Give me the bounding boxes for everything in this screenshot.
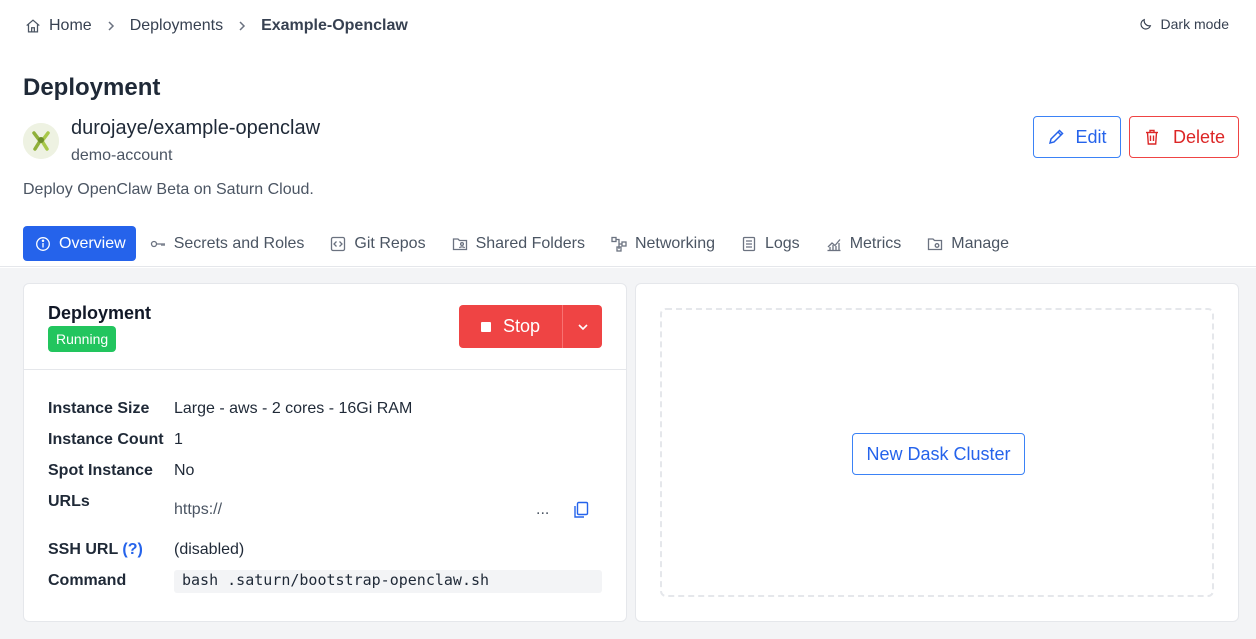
card-divider (24, 369, 626, 370)
key-icon (150, 240, 165, 247)
info-icon (36, 236, 50, 251)
folder-user-icon (452, 237, 467, 250)
code-icon (331, 236, 346, 251)
tab-metrics[interactable]: Metrics (826, 226, 914, 261)
tab-logs[interactable]: Logs (741, 226, 812, 261)
chevron-right-icon (108, 21, 114, 31)
ssh-help-link[interactable]: (?) (122, 541, 142, 558)
avatar (23, 123, 59, 159)
dask-card: New Dask Cluster (635, 283, 1239, 622)
stop-dropdown-button[interactable] (562, 305, 602, 348)
instance-count-label: Instance Count (48, 431, 164, 448)
repo-name: durojaye/example-openclaw (71, 117, 321, 139)
chevron-down-icon (577, 323, 588, 330)
breadcrumb: Home Deployments Example-Openclaw (24, 15, 408, 37)
dark-mode-toggle[interactable]: Dark mode (1139, 16, 1229, 32)
tab-label: Networking (634, 234, 715, 252)
stop-button[interactable]: Stop (459, 305, 562, 348)
pencil-icon (1049, 129, 1065, 145)
url-link[interactable]: https:// (174, 501, 554, 521)
tab-label: Manage (951, 234, 1010, 252)
tab-shared-folders[interactable]: Shared Folders (452, 226, 597, 261)
spot-instance-label: Spot Instance (48, 462, 153, 479)
dark-mode-label: Dark mode (1160, 16, 1229, 32)
folder-gear-icon (928, 237, 943, 250)
tab-label: Git Repos (354, 234, 426, 252)
url-truncation: ... (536, 501, 550, 518)
header-area: Home Deployments Example-Openclaw Dark m… (0, 0, 1256, 267)
deployment-card: Deployment Running Stop Instance Size La… (23, 283, 627, 622)
ssh-url-label: SSH URL (?) (48, 541, 143, 559)
delete-button[interactable]: Delete (1129, 116, 1239, 158)
breadcrumb-current: Example-Openclaw (261, 17, 408, 34)
tab-label: Shared Folders (475, 234, 585, 252)
tab-label: Overview (59, 234, 126, 252)
ssh-url-value: (disabled) (174, 541, 245, 558)
moon-icon (1140, 18, 1151, 30)
tab-networking[interactable]: Networking (611, 226, 727, 261)
spot-instance-value: No (174, 462, 195, 479)
tab-label: Secrets and Roles (173, 234, 305, 252)
chevron-right-icon (239, 21, 246, 31)
edit-label: Edit (1075, 126, 1107, 147)
tab-secrets-and-roles[interactable]: Secrets and Roles (150, 226, 317, 261)
tab-manage[interactable]: Manage (927, 226, 1021, 261)
tab-bar: Overview Secrets and Roles Git Repos Sha… (23, 226, 1035, 261)
page-title: Deployment (23, 74, 161, 101)
chart-icon (827, 238, 841, 251)
home-icon[interactable] (24, 17, 42, 35)
stop-label: Stop (502, 316, 541, 336)
command-label: Command (48, 572, 127, 589)
card-title: Deployment (48, 303, 152, 323)
edit-button[interactable]: Edit (1033, 116, 1121, 158)
dask-dropzone: New Dask Cluster (660, 308, 1214, 597)
stop-button-group: Stop (459, 305, 602, 348)
status-badge: Running (48, 326, 117, 352)
avatar-icon (23, 123, 59, 159)
stop-icon (480, 321, 491, 332)
new-dask-cluster-button[interactable]: New Dask Cluster (852, 433, 1025, 475)
tab-label: Metrics (849, 234, 902, 252)
document-icon (742, 236, 756, 251)
tab-git-repos[interactable]: Git Repos (330, 226, 437, 261)
tab-overview[interactable]: Overview (23, 226, 136, 261)
breadcrumb-home[interactable]: Home (49, 17, 92, 35)
breadcrumb-deployments[interactable]: Deployments (130, 17, 223, 35)
instance-count-value: 1 (174, 431, 183, 448)
copy-icon[interactable] (572, 501, 590, 519)
delete-label: Delete (1172, 126, 1226, 147)
trash-icon (1145, 129, 1158, 145)
instance-size-value: Large - aws - 2 cores - 16Gi RAM (174, 400, 413, 417)
deployment-description: Deploy OpenClaw Beta on Saturn Cloud. (23, 181, 314, 198)
tab-label: Logs (764, 234, 800, 252)
urls-label: URLs (48, 493, 90, 510)
instance-size-label: Instance Size (48, 400, 150, 417)
ssh-url-label-text: SSH URL (48, 541, 118, 558)
owner-name: demo-account (71, 147, 173, 164)
network-icon (611, 236, 627, 252)
command-value: bash .saturn/bootstrap-openclaw.sh (174, 570, 602, 593)
